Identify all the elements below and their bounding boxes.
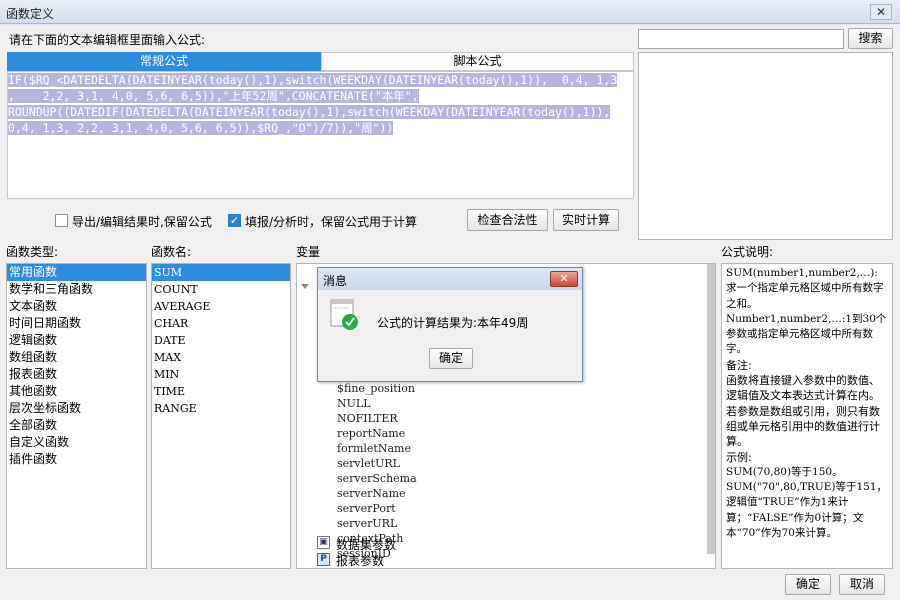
cancel-button[interactable]: 取消 <box>839 574 885 595</box>
report-params-icon: P <box>317 553 330 566</box>
function-name-item[interactable]: DATE <box>152 332 290 349</box>
function-name-item[interactable]: RANGE <box>152 400 290 417</box>
search-input[interactable] <box>638 29 844 49</box>
window-titlebar: 函数定义 ✕ <box>0 0 900 24</box>
function-type-item[interactable]: 其他函数 <box>7 383 146 400</box>
function-type-item[interactable]: 自定义函数 <box>7 434 146 451</box>
variable-item[interactable]: serverPort <box>337 502 396 515</box>
realtime-calc-button[interactable]: 实时计算 <box>553 209 619 231</box>
tree-expand-icon[interactable] <box>301 284 309 289</box>
dialog-body: 请在下面的文本编辑框里面输入公式: 搜索 常规公式 脚本公式 IF($RQ_<D… <box>0 25 900 600</box>
function-type-list[interactable]: 常用函数 数学和三角函数 文本函数 时间日期函数 逻辑函数 数组函数 报表函数 … <box>6 263 147 569</box>
function-type-item[interactable]: 插件函数 <box>7 451 146 468</box>
function-name-item[interactable]: MAX <box>152 349 290 366</box>
variable-item[interactable]: $fine_position <box>337 382 415 395</box>
ok-button[interactable]: 确定 <box>785 574 831 595</box>
variable-item[interactable]: serverSchema <box>337 472 417 485</box>
message-title: 消息 <box>323 274 348 288</box>
function-names-header: 函数名: <box>151 245 192 259</box>
formula-line: IF($RQ_<DATEDELTA(DATEINYEAR(today(),1),… <box>8 73 618 87</box>
message-ok-button[interactable]: 确定 <box>429 348 473 369</box>
function-name-item[interactable]: TIME <box>152 383 290 400</box>
keep-on-fill-label: 填报/分析时，保留公式用于计算 <box>245 215 418 229</box>
editor-prompt-label: 请在下面的文本编辑框里面输入公式: <box>9 33 206 47</box>
keep-on-fill-checkbox[interactable]: ✓ <box>228 214 241 227</box>
variable-item[interactable]: NULL <box>337 397 371 410</box>
check-validity-button[interactable]: 检查合法性 <box>467 209 548 231</box>
formula-line: ROUNDUP((DATEDIF(DATEDELTA(DATEINYEAR(to… <box>8 105 611 119</box>
function-name-list[interactable]: SUM COUNT AVERAGE CHAR DATE MAX MIN TIME… <box>151 263 291 569</box>
variable-item[interactable]: serverName <box>337 487 406 500</box>
variable-item[interactable]: reportName <box>337 427 405 440</box>
function-type-item[interactable]: 数组函数 <box>7 349 146 366</box>
function-type-item[interactable]: 逻辑函数 <box>7 332 146 349</box>
function-name-item[interactable]: CHAR <box>152 315 290 332</box>
success-check-icon <box>330 299 358 330</box>
variables-header: 变量 <box>296 245 321 259</box>
formula-line: 0,4, 1,3, 2,2, 3,1, 4,0, 5,6, 6,5)),$RQ_… <box>8 121 394 135</box>
description-paragraph: Number1,number2,…:1到30个参数或指定单元格区域中所有数字。 <box>726 312 887 356</box>
message-close-button[interactable]: ✕ <box>550 271 578 287</box>
function-name-item[interactable]: MIN <box>152 366 290 383</box>
variable-item[interactable]: NOFILTER <box>337 412 398 425</box>
description-paragraph: SUM("70",80,TRUE)等于151，逻辑值“TRUE”作为1来计算；“… <box>726 481 888 540</box>
function-name-item[interactable]: AVERAGE <box>152 298 290 315</box>
description-header: 公式说明: <box>721 245 774 259</box>
description-paragraph: 备注: <box>726 358 752 372</box>
variable-item[interactable]: serverURL <box>337 517 397 530</box>
tab-script-formula[interactable]: 脚本公式 <box>321 52 634 71</box>
dataset-params-icon: ▣ <box>317 536 330 549</box>
variable-item[interactable]: formletName <box>337 442 411 455</box>
message-titlebar: 消息 ✕ <box>318 268 582 290</box>
message-text: 公式的计算结果为:本年49周 <box>377 316 529 330</box>
function-type-item[interactable]: 报表函数 <box>7 366 146 383</box>
search-results-panel[interactable] <box>638 52 893 240</box>
variable-item[interactable]: servletURL <box>337 457 400 470</box>
message-dialog: 消息 ✕ 公式的计算结果为:本年49周 确定 <box>317 267 583 382</box>
function-type-item[interactable]: 常用函数 <box>7 264 146 281</box>
formula-line: , 2,2, 3,1, 4,0, 5,6, 6,5)),"上年52周",CONC… <box>8 89 419 103</box>
function-name-item[interactable]: COUNT <box>152 281 290 298</box>
function-name-item[interactable]: SUM <box>152 264 290 281</box>
report-params-node[interactable]: 报表参数 <box>336 552 384 569</box>
description-paragraph: 函数将直接键入参数中的数值、逻辑值及文本表达式计算在内。若参数是数组或引用，则只… <box>726 374 880 449</box>
function-types-header: 函数类型: <box>6 245 59 259</box>
window-close-button[interactable]: ✕ <box>870 4 892 20</box>
description-paragraph: SUM(number1,number2,…):求一个指定单元格区域中所有数字之和… <box>726 267 884 310</box>
formula-description: SUM(number1,number2,…):求一个指定单元格区域中所有数字之和… <box>721 263 893 569</box>
dataset-params-node[interactable]: 数据集参数 <box>336 536 396 553</box>
function-type-item[interactable]: 时间日期函数 <box>7 315 146 332</box>
window-title: 函数定义 <box>6 7 55 21</box>
keep-on-export-label: 导出/编辑结果时,保留公式 <box>72 215 212 229</box>
function-type-item[interactable]: 数学和三角函数 <box>7 281 146 298</box>
function-type-item[interactable]: 层次坐标函数 <box>7 400 146 417</box>
variable-scrollbar[interactable] <box>707 264 715 554</box>
description-paragraph: SUM(70,80)等于150。 <box>726 465 843 478</box>
tab-normal-formula[interactable]: 常规公式 <box>7 52 321 71</box>
function-type-item[interactable]: 文本函数 <box>7 298 146 315</box>
description-paragraph: 示例: <box>726 450 752 464</box>
function-type-item[interactable]: 全部函数 <box>7 417 146 434</box>
formula-editor[interactable]: IF($RQ_<DATEDELTA(DATEINYEAR(today(),1),… <box>7 71 634 199</box>
keep-on-export-checkbox[interactable] <box>55 214 68 227</box>
search-button[interactable]: 搜索 <box>848 28 893 49</box>
